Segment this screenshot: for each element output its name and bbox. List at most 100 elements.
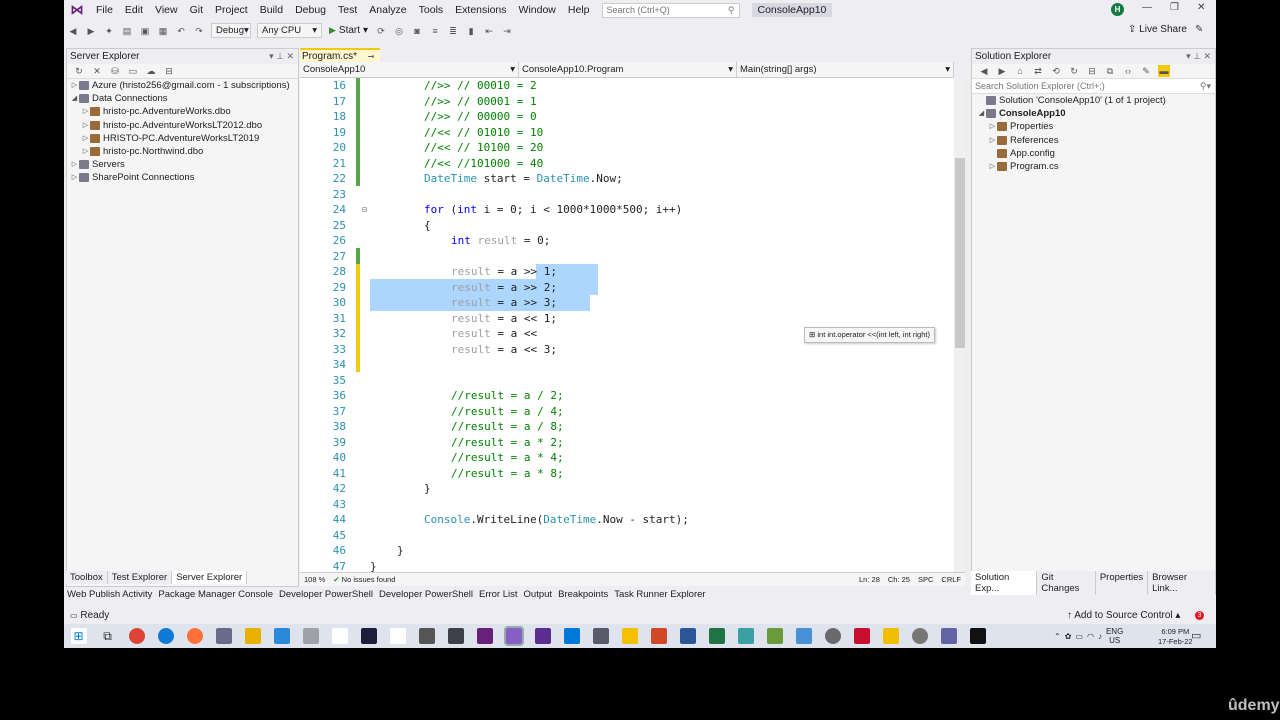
tab-git-changes[interactable]: Git Changes: [1037, 571, 1096, 595]
app-icon[interactable]: [824, 628, 841, 644]
code-line[interactable]: 41 //result = a * 8;: [300, 466, 940, 482]
code-line[interactable]: 37 //result = a / 4;: [300, 404, 940, 420]
tab-task-runner-explorer[interactable]: Task Runner Explorer: [611, 588, 708, 602]
code-line[interactable]: 33 result = a << 3;: [300, 342, 940, 358]
menu-build[interactable]: Build: [254, 0, 289, 20]
tab-solution-exp-[interactable]: Solution Exp...: [971, 571, 1038, 595]
code-line[interactable]: 27: [300, 249, 940, 265]
code-line[interactable]: 21 //<< //101000 = 40: [300, 156, 940, 172]
task-view-icon[interactable]: ⧉: [100, 628, 116, 644]
server-explorer-tree-item[interactable]: ▷ SharePoint Connections: [67, 171, 298, 184]
show-hidden-icon[interactable]: ⌃: [1054, 632, 1061, 641]
zoom-level[interactable]: 108 %: [300, 573, 329, 586]
redo-icon[interactable]: ↷: [193, 25, 205, 37]
expand-arrow-icon[interactable]: ◢: [70, 92, 79, 105]
code-line[interactable]: 29 result = a >> 2;: [300, 280, 940, 296]
solution-explorer-tree-item[interactable]: App.config: [972, 147, 1215, 160]
configuration-dropdown[interactable]: Debug ▾: [211, 23, 251, 38]
panel-controls-icon[interactable]: ▾ ⊥ ✕: [1186, 49, 1211, 64]
menu-file[interactable]: File: [90, 0, 119, 20]
tray-app-icon[interactable]: ✿: [1065, 632, 1072, 641]
word-icon[interactable]: [679, 628, 696, 644]
system-clock[interactable]: 6:09 PM 17-Feb-22: [1158, 627, 1193, 647]
show-all-files-icon[interactable]: ⧉: [1104, 65, 1116, 77]
connect-server-icon[interactable]: ▭: [127, 65, 139, 77]
menu-git[interactable]: Git: [184, 0, 209, 20]
code-line[interactable]: 35: [300, 373, 940, 389]
excel-icon[interactable]: [708, 628, 725, 644]
azure-icon[interactable]: ☁: [145, 65, 157, 77]
code-line[interactable]: 40 //result = a * 4;: [300, 450, 940, 466]
tab-program-cs[interactable]: Program.cs* ⊸ ✕: [300, 48, 380, 75]
expand-arrow-icon[interactable]: ▷: [81, 105, 90, 118]
database-app-icon[interactable]: [302, 628, 319, 644]
expand-arrow-icon[interactable]: ▷: [988, 160, 997, 173]
expand-arrow-icon[interactable]: ▷: [988, 134, 997, 147]
sync-icon[interactable]: ⟲: [1050, 65, 1062, 77]
expand-arrow-icon[interactable]: ▷: [70, 79, 79, 92]
app-icon[interactable]: [766, 628, 783, 644]
code-line[interactable]: 46}: [300, 543, 940, 559]
camera-icon[interactable]: ◙: [411, 25, 423, 37]
code-line[interactable]: 16 //>> // 00010 = 2: [300, 78, 940, 94]
pin-icon[interactable]: ⊸: [368, 52, 375, 61]
menu-edit[interactable]: Edit: [119, 0, 149, 20]
menu-debug[interactable]: Debug: [289, 0, 332, 20]
code-editor[interactable]: 16//>> // 00010 = 2 17//>> // 00001 = 1 18…: [300, 78, 954, 572]
expand-arrow-icon[interactable]: ▷: [81, 145, 90, 158]
tab-properties[interactable]: Properties: [1095, 571, 1149, 595]
wifi-icon[interactable]: ◠: [1087, 632, 1094, 641]
server-explorer-tree-item[interactable]: ◢ Data Connections: [67, 92, 298, 105]
menu-window[interactable]: Window: [513, 0, 562, 20]
expand-arrow-icon[interactable]: ▷: [81, 132, 90, 145]
code-line[interactable]: 18 //>> // 00000 = 0: [300, 109, 940, 125]
start-button[interactable]: ▶ Start ▾: [329, 25, 368, 36]
code-line[interactable]: 38 //result = a / 8;: [300, 419, 940, 435]
server-explorer-tree-item[interactable]: ▷ Servers: [67, 158, 298, 171]
tab-error-list[interactable]: Error List: [476, 588, 521, 602]
windows-start-icon[interactable]: ⊞: [70, 628, 87, 644]
volume-icon[interactable]: ♪: [1098, 632, 1102, 641]
expand-arrow-icon[interactable]: ▷: [70, 158, 79, 171]
member-dropdown[interactable]: Main(string[] args) ▾: [737, 62, 954, 77]
tab-developer-powershell[interactable]: Developer PowerShell: [376, 588, 476, 602]
visual-studio-active-icon[interactable]: [503, 626, 524, 646]
live-share-button[interactable]: ⇪ Live Share: [1128, 24, 1187, 35]
code-line[interactable]: 39 //result = a * 2;: [300, 435, 940, 451]
app-icon[interactable]: [795, 628, 812, 644]
scrollbar-thumb[interactable]: [955, 158, 965, 348]
network-icon[interactable]: ▭: [1075, 632, 1083, 641]
open-icon[interactable]: ▤: [121, 25, 133, 37]
network-app-icon[interactable]: [215, 628, 232, 644]
issues-status[interactable]: ✔ No issues found: [329, 573, 399, 586]
app-icon[interactable]: [737, 628, 754, 644]
filter-icon[interactable]: ⊟: [163, 65, 175, 77]
action-center-icon[interactable]: ▭: [1191, 629, 1201, 642]
tab-toolbox[interactable]: Toolbox: [66, 571, 108, 584]
collapse-toggle-icon[interactable]: ⊟: [362, 202, 367, 218]
switch-views-icon[interactable]: ⇄: [1032, 65, 1044, 77]
menu-tools[interactable]: Tools: [413, 0, 450, 20]
menu-analyze[interactable]: Analyze: [363, 0, 412, 20]
properties-icon[interactable]: ✎: [1140, 65, 1152, 77]
solution-explorer-tree-item[interactable]: ▷ Properties: [972, 120, 1215, 133]
expand-arrow-icon[interactable]: ◢: [977, 107, 986, 120]
search-input[interactable]: Search (Ctrl+Q) ⚲: [601, 2, 740, 18]
align-left-icon[interactable]: ≡: [429, 25, 441, 37]
app-icon[interactable]: [882, 628, 899, 644]
power-bi-icon[interactable]: [244, 628, 261, 644]
menu-extensions[interactable]: Extensions: [449, 0, 512, 20]
firefox-icon[interactable]: [186, 628, 203, 644]
add-to-source-control-button[interactable]: ↑ Add to Source Control ▴: [1067, 608, 1180, 624]
code-line[interactable]: 19 //<< // 01010 = 10: [300, 125, 940, 141]
settings-app-icon[interactable]: [273, 628, 290, 644]
code-line[interactable]: 30 result = a >> 3;: [300, 295, 940, 311]
menu-help[interactable]: Help: [562, 0, 596, 20]
code-line[interactable]: 43: [300, 497, 940, 513]
visual-studio-icon[interactable]: [476, 628, 493, 644]
class-dropdown[interactable]: ConsoleApp10.Program ▾: [519, 62, 737, 77]
tab-output[interactable]: Output: [521, 588, 556, 602]
project-dropdown[interactable]: ConsoleApp10 ▾: [300, 62, 519, 77]
teams-icon[interactable]: [940, 628, 957, 644]
code-line[interactable]: 36 //result = a / 2;: [300, 388, 940, 404]
